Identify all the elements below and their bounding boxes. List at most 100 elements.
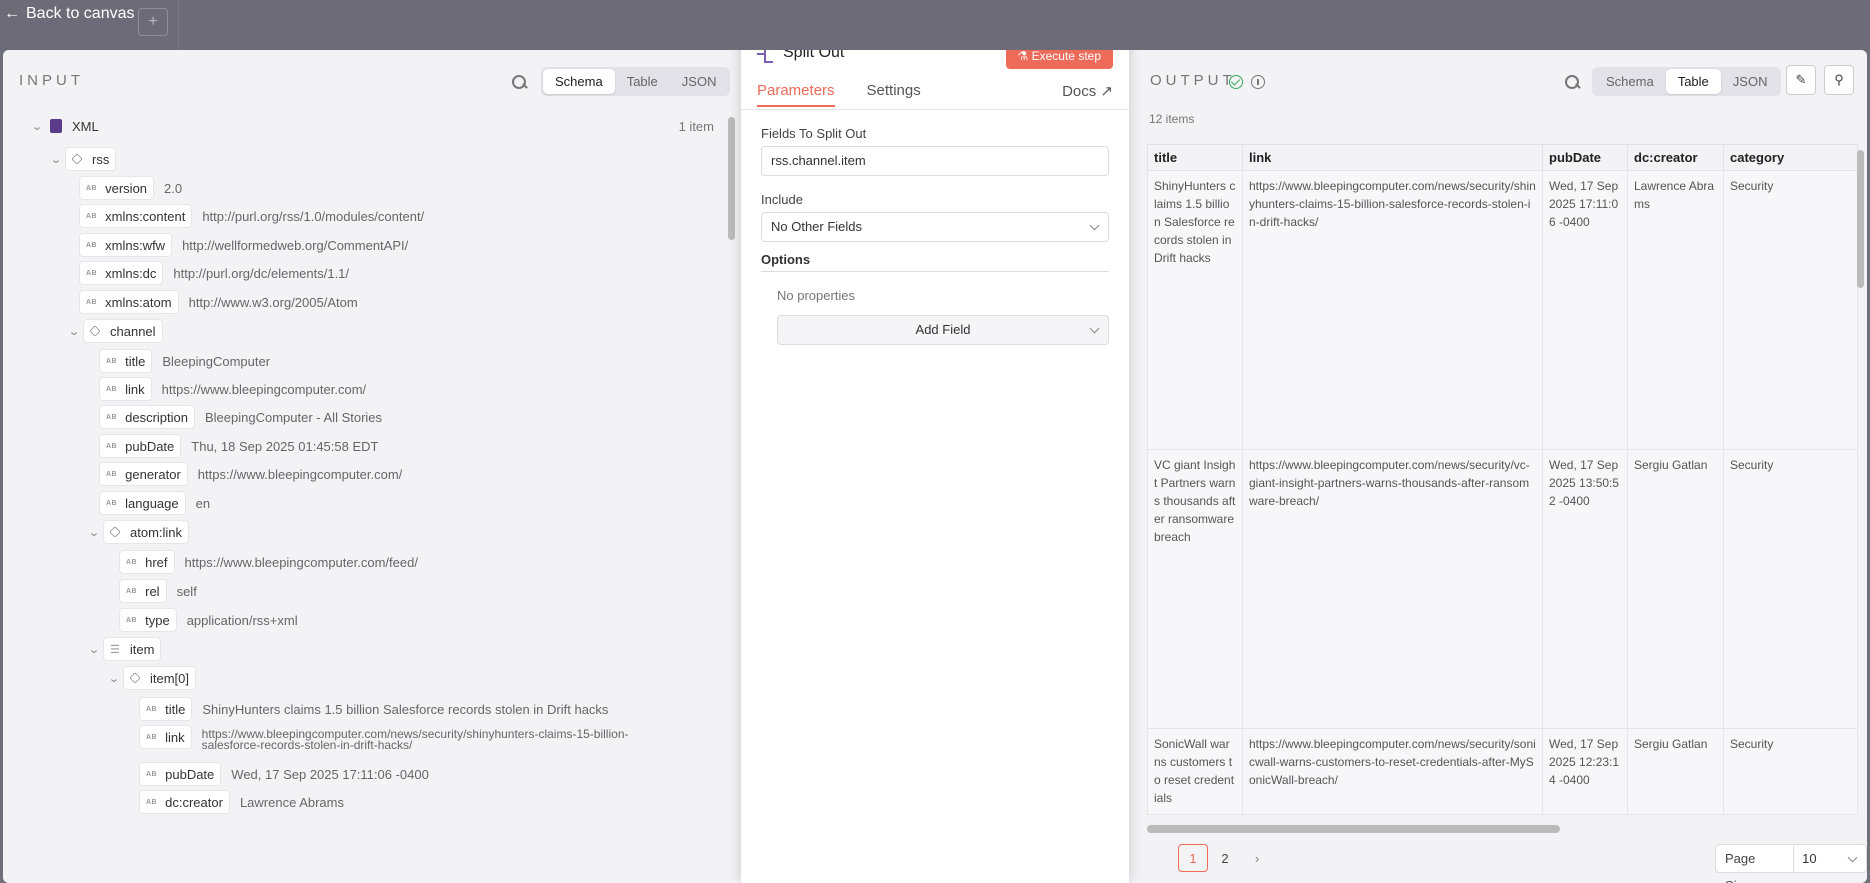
execute-step-button[interactable]: ⚗ Execute step (1005, 50, 1113, 69)
column-header[interactable]: pubDate (1542, 144, 1628, 171)
tree-node-key: AB link (99, 377, 152, 401)
column-header[interactable]: title (1147, 144, 1243, 171)
tree-node[interactable]: AB generator https://www.bleepingcomputer.… (99, 462, 402, 486)
chevron-down-icon[interactable]: ⌄ (44, 153, 67, 166)
tree-node[interactable]: AB type application/rss+xml (119, 608, 298, 632)
tree-node[interactable]: ⌄ channel (65, 319, 163, 343)
tree-node-value: application/rss+xml (186, 612, 298, 628)
column-header[interactable]: category (1723, 144, 1858, 171)
tree-node[interactable]: AB link https://www.bleepingcomputer.com/n… (139, 725, 628, 751)
tree-node[interactable]: AB xmlns:wfw http://wellformedweb.org/Comm… (79, 233, 408, 257)
tree-node-value: http://purl.org/dc/elements/1.1/ (173, 265, 350, 281)
tab-settings[interactable]: Settings (867, 82, 921, 107)
page-2-button[interactable]: 2 (1210, 844, 1240, 872)
flask-icon: ⚗ (1017, 50, 1032, 63)
tree-node-value: http://www.w3.org/2005/Atom (188, 294, 358, 310)
search-icon[interactable] (1564, 74, 1580, 90)
tree-node-key: AB title (99, 349, 153, 373)
tree-node-key: AB xmlns:wfw (79, 233, 173, 257)
output-horizontal-scrollbar[interactable] (1147, 825, 1560, 833)
tree-node-key: AB pubDate (139, 762, 222, 786)
string-type-icon: AB (106, 499, 118, 507)
output-view-table[interactable]: Table (1665, 69, 1721, 94)
chevron-down-icon[interactable]: ⌄ (62, 325, 85, 338)
include-select[interactable]: No Other Fields (761, 212, 1109, 242)
tree-node[interactable]: AB language en (99, 491, 210, 515)
edit-output-button[interactable]: ✎ (1786, 65, 1816, 95)
tree-node[interactable]: ⌄ ☰ item (82, 637, 162, 661)
tree-node[interactable]: AB href https://www.bleepingcomputer.com/f… (119, 550, 418, 574)
info-icon[interactable] (1251, 75, 1265, 89)
add-field-button[interactable]: Add Field (777, 315, 1109, 345)
pencil-icon: ✎ (1795, 72, 1807, 87)
string-type-icon: AB (86, 298, 98, 306)
tree-node[interactable]: AB xmlns:atom http://www.w3.org/2005/Atom (79, 290, 358, 314)
table-cell: Sergiu Gatlan (1627, 728, 1724, 815)
tree-node[interactable]: ⌄ rss (44, 147, 117, 171)
tree-node[interactable]: AB pubDate Thu, 18 Sep 2025 01:45:58 EDT (99, 434, 378, 458)
tree-node[interactable]: AB xmlns:content http://purl.org/rss/1.0/m… (79, 204, 424, 228)
tree-node[interactable]: AB xmlns:dc http://purl.org/dc/elements/1.… (79, 261, 349, 285)
tree-node[interactable]: AB rel self (119, 579, 197, 603)
table-cell: Security (1723, 449, 1858, 729)
back-to-canvas-button[interactable]: ← Back to canvas (4, 5, 135, 23)
tree-node-xml[interactable]: ⌄ XML (28, 114, 105, 138)
table-cell: Sergiu Gatlan (1627, 449, 1724, 729)
page-size-control: Page Size 10 (1715, 844, 1867, 883)
chevron-down-icon[interactable]: ⌄ (25, 120, 48, 133)
docs-link[interactable]: Docs ↗ (1062, 82, 1113, 100)
string-type-icon: AB (86, 184, 98, 192)
column-header[interactable]: link (1242, 144, 1543, 171)
chevron-down-icon[interactable]: ⌄ (102, 672, 125, 685)
tree-node[interactable]: AB version 2.0 (79, 176, 182, 200)
object-type-icon (89, 325, 101, 337)
tree-node-key: AB version (79, 176, 155, 200)
tree-node[interactable]: ⌄ item[0] (102, 666, 197, 690)
tab-parameters[interactable]: Parameters (757, 82, 835, 107)
input-view-schema[interactable]: Schema (543, 69, 615, 94)
chevron-down-icon[interactable]: ⌄ (82, 643, 105, 656)
table-cell: Wed, 17 Sep 2025 12:23:14 -0400 (1542, 728, 1628, 815)
input-scrollbar[interactable] (728, 117, 735, 240)
page-1-button[interactable]: 1 (1178, 844, 1208, 872)
next-page-button[interactable]: › (1242, 844, 1272, 872)
tree-node[interactable]: AB title ShinyHunters claims 1.5 billion S… (139, 697, 608, 721)
tree-node[interactable]: AB title BleepingComputer (99, 349, 270, 373)
tree-node-key: AB dc:creator (139, 790, 230, 814)
pin-icon: ⚲ (1834, 72, 1844, 87)
output-vertical-scrollbar[interactable] (1857, 150, 1864, 288)
pin-data-button[interactable]: ⚲ (1824, 65, 1854, 95)
tree-node[interactable]: AB description BleepingComputer - All Stor… (99, 405, 382, 429)
fields-to-split-input[interactable]: rss.channel.item (761, 146, 1109, 176)
tree-node-value: http://wellformedweb.org/CommentAPI/ (182, 237, 409, 253)
tree-node[interactable]: AB dc:creator Lawrence Abrams (139, 790, 344, 814)
input-title: INPUT (19, 72, 84, 89)
output-view-schema[interactable]: Schema (1594, 69, 1666, 94)
table-cell: SonicWall warns customers to reset crede… (1147, 728, 1243, 815)
input-view-json[interactable]: JSON (670, 69, 729, 94)
column-header[interactable]: dc:creator (1627, 144, 1724, 171)
pagination: 1 2 › (1178, 844, 1272, 872)
string-type-icon: AB (126, 616, 138, 624)
node-details-view: INPUT Schema Table JSON ⌄ XML 1 item ⌄ rs… (3, 50, 1867, 883)
chevron-down-icon[interactable]: ⌄ (82, 526, 105, 539)
tree-node-key: AB href (119, 550, 175, 574)
string-type-icon: AB (86, 212, 98, 220)
table-row: SonicWall warns customers to reset crede… (1147, 728, 1858, 815)
tree-node-key: AB description (99, 405, 195, 429)
tree-node-value: self (176, 583, 197, 599)
tree-node-key: AB title (139, 697, 193, 721)
add-node-button[interactable]: + (138, 8, 168, 36)
output-view-json[interactable]: JSON (1721, 69, 1780, 94)
string-type-icon: AB (146, 770, 158, 778)
input-view-table[interactable]: Table (615, 69, 670, 94)
tree-node[interactable]: AB link https://www.bleepingcomputer.com/ (99, 377, 366, 401)
node-header: Split Out ⚗ Execute step Parameters Sett… (741, 50, 1129, 110)
page-size-select[interactable]: 10 (1794, 845, 1866, 872)
search-icon[interactable] (511, 74, 527, 90)
tree-node[interactable]: AB pubDate Wed, 17 Sep 2025 17:11:06 -0400 (139, 762, 429, 786)
tree-node-key: AB language (99, 491, 186, 515)
tree-node-key: atom:link (103, 520, 190, 544)
fields-to-split-label: Fields To Split Out (761, 126, 867, 141)
tree-node[interactable]: ⌄ atom:link (82, 520, 190, 544)
